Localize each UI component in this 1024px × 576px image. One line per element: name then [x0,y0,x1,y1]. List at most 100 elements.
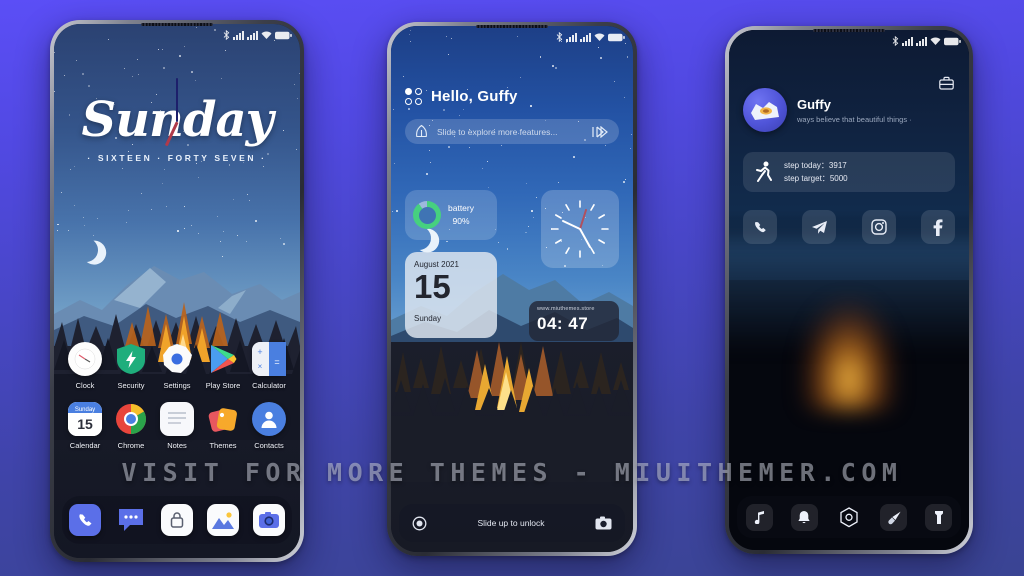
step-today-row: step today：3917 [784,159,848,172]
wifi-icon [261,30,272,39]
avatar[interactable] [743,88,787,132]
time-widget[interactable]: www.miuthemes.store 04: 47 [529,301,619,341]
battery-icon [944,37,961,45]
signal-1-icon [233,30,244,40]
clock-face [551,200,609,258]
step-counter-card[interactable]: step today：3917 step target：5000 [743,152,955,192]
battery-widget[interactable]: battery 90% [405,190,497,240]
bluetooth-icon [892,36,899,46]
site-url: www.miuthemes.store [537,306,595,312]
signal-1-icon [902,36,913,46]
gallery-icon[interactable] [207,504,239,536]
explore-search-bar[interactable]: Slide to explore more features... [405,119,619,144]
greeting-text: Hello, Guffy [431,88,518,105]
toolbox-icon[interactable] [939,76,954,90]
pine-forest [391,342,633,482]
day-number: 15 [414,268,451,305]
step-today-value: 3917 [828,160,847,170]
unlock-text: Slide up to unlock [477,518,545,528]
battery-icon [608,33,625,41]
app-clock[interactable]: Clock [62,342,108,390]
phone-2-screen: Hello, Guffy Slide to explore more featu… [391,26,633,552]
app-themes[interactable]: Themes [200,402,246,450]
date-widget[interactable]: August 2021 15 Sunday [405,252,497,338]
bluetooth-icon [223,30,230,40]
app-security[interactable]: Security [108,342,154,390]
wifi-icon [930,36,941,45]
step-target-row: step target：5000 [784,172,848,185]
app-chrome[interactable]: Chrome [108,402,154,450]
earpiece-speaker [141,23,213,26]
app-label: Clock [75,381,95,390]
minute-hand [176,78,178,122]
camera-icon[interactable] [595,516,612,530]
app-label: Calculator [252,381,286,390]
dock [737,496,961,538]
app-contacts[interactable]: Contacts [246,402,292,450]
app-label: Security [117,381,145,390]
calculator-icon: + × = [252,342,286,376]
campfire-glow [801,300,897,411]
app-calculator[interactable]: + × = Calculator [246,342,292,390]
svg-text:+: + [257,347,262,357]
phone-icon[interactable] [743,210,777,244]
telegram-icon[interactable] [802,210,837,244]
messages-icon[interactable] [115,504,147,536]
lock-icon[interactable] [161,504,193,536]
play-store-icon [206,342,240,376]
phone-1-home-screen: Sunday · SIXTEEN · FORTY SEVEN · Clock S… [50,20,304,562]
search-placeholder: Slide to explore more features... [437,126,558,137]
menu-dots-icon[interactable] [405,88,422,105]
time-value: 04: 47 [537,314,589,333]
signal-2-icon [580,32,591,42]
facebook-icon[interactable] [920,210,955,244]
bell-icon[interactable] [790,503,818,531]
app-label: Themes [209,441,237,450]
clock-icon [68,342,102,376]
brush-icon[interactable] [880,503,908,531]
step-values: step today：3917 step target：5000 [784,159,848,185]
app-label: Contacts [254,441,284,450]
phone-3-profile-screen: Guffy ways believe that beautiful things… [725,26,973,554]
record-icon[interactable] [412,516,427,531]
app-notes[interactable]: Notes [154,402,200,450]
hex-gear-icon[interactable] [835,504,862,531]
shield-bolt-icon [114,342,148,376]
calendar-date: 15 [77,416,93,432]
minute-hand [562,220,591,248]
step-target-value: 5000 [829,174,848,183]
time-words: · SIXTEEN · FORTY SEVEN · [87,153,267,163]
profile-name: Guffy [797,96,831,112]
phone-3-screen: Guffy ways believe that beautiful things… [729,30,969,550]
wifi-icon [594,32,605,41]
signal-2-icon [916,36,927,46]
calendar-icon: Sunday 15 [68,402,102,436]
battery-text: battery 90% [448,202,474,228]
app-play-store[interactable]: Play Store [200,342,246,390]
fast-forward-icon[interactable] [592,125,610,138]
earpiece-speaker [813,29,885,32]
phone-icon[interactable] [69,504,101,536]
chrome-icon [114,402,148,436]
app-label: Calendar [69,441,101,450]
app-label: Settings [163,381,191,390]
flashlight-icon[interactable] [925,503,953,531]
earpiece-speaker [476,25,548,28]
music-note-icon[interactable] [745,503,773,531]
status-bar [556,32,625,42]
hour-hand [579,209,587,230]
app-label: Chrome [117,441,145,450]
contacts-icon [252,402,286,436]
settings-gear-icon [160,342,194,376]
phone-1-screen: Sunday · SIXTEEN · FORTY SEVEN · Clock S… [54,24,300,558]
instagram-icon[interactable] [861,210,896,244]
battery-ring [413,201,441,229]
wallpaper-showcase: Sunday · SIXTEEN · FORTY SEVEN · Clock S… [0,0,1024,576]
analog-clock-widget[interactable] [541,190,619,268]
app-grid: Clock Security Settings Play Store + × =… [62,342,292,450]
svg-text:×: × [258,362,263,371]
status-bar [223,30,292,40]
app-settings[interactable]: Settings [154,342,200,390]
camera-icon[interactable] [253,504,285,536]
app-calendar[interactable]: Sunday 15 Calendar [62,402,108,450]
